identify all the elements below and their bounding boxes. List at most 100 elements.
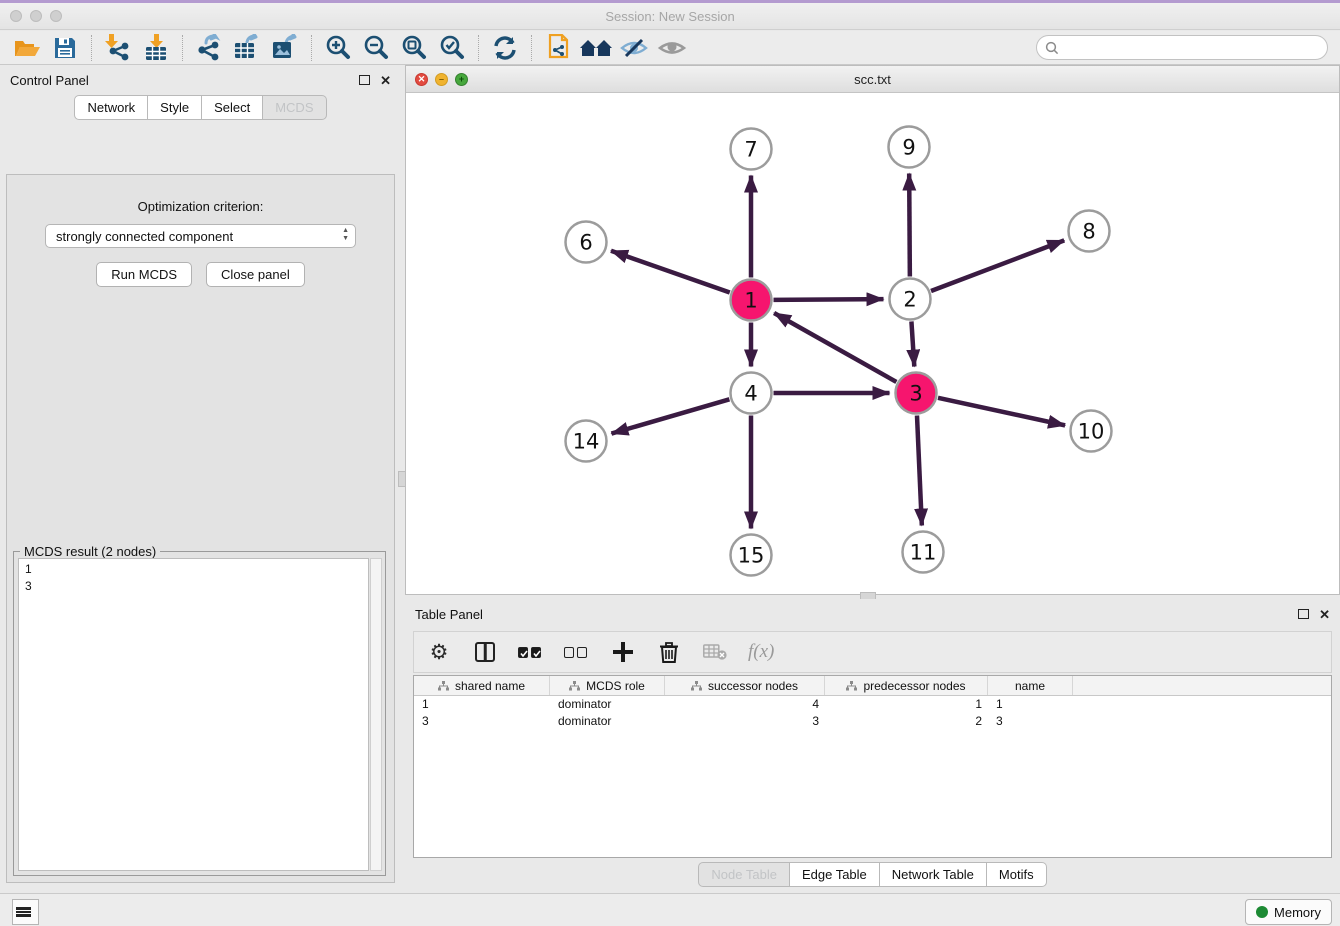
column-header-shared-name[interactable]: shared name xyxy=(414,676,550,695)
zoom-in-button[interactable] xyxy=(319,33,357,63)
result-line: 3 xyxy=(25,578,368,595)
gear-icon: ⚙ xyxy=(430,640,449,665)
table-row[interactable]: 1dominator411 xyxy=(414,696,1331,713)
add-column-button[interactable] xyxy=(610,639,636,665)
export-network-button[interactable] xyxy=(190,33,228,63)
table-cell[interactable]: dominator xyxy=(550,696,665,713)
network-window-titlebar[interactable]: ✕ – + scc.txt xyxy=(406,66,1339,93)
float-panel-icon[interactable] xyxy=(359,75,370,85)
table-cell[interactable]: 2 xyxy=(825,713,988,730)
float-table-panel-icon[interactable] xyxy=(1298,609,1309,619)
column-header-mcds-role[interactable]: MCDS role xyxy=(550,676,665,695)
tab-mcds[interactable]: MCDS xyxy=(263,95,326,120)
optimization-select[interactable]: strongly connected component ▲▼ xyxy=(45,224,356,248)
table-toolbar: ⚙ f(x) xyxy=(413,631,1332,673)
search-field[interactable] xyxy=(1036,35,1328,60)
tab-network-table[interactable]: Network Table xyxy=(880,862,987,887)
result-line: 1 xyxy=(25,561,368,578)
network-overview-button[interactable] xyxy=(539,33,577,63)
import-table-button[interactable] xyxy=(137,33,175,63)
control-panel-header: Control Panel ✕ xyxy=(0,65,401,95)
memory-button[interactable]: Memory xyxy=(1245,899,1332,925)
save-session-button[interactable] xyxy=(46,33,84,63)
search-input[interactable] xyxy=(1064,40,1327,55)
columns-icon xyxy=(475,642,495,662)
eye-icon xyxy=(657,36,687,60)
unchecked-box-icon xyxy=(577,647,587,658)
table-cell[interactable]: 4 xyxy=(665,696,825,713)
network-view-window: ✕ – + scc.txt 1234678910111415 xyxy=(405,65,1340,595)
column-header-successor-nodes[interactable]: successor nodes xyxy=(665,676,825,695)
zoom-fit-button[interactable] xyxy=(395,33,433,63)
task-history-button[interactable] xyxy=(12,899,39,925)
toolbar-separator xyxy=(91,35,92,61)
node-label-3: 3 xyxy=(909,381,922,405)
column-header-predecessor-nodes[interactable]: predecessor nodes xyxy=(825,676,988,695)
refresh-layout-button[interactable] xyxy=(486,33,524,63)
home-button[interactable] xyxy=(577,33,615,63)
network-file-icon xyxy=(544,34,572,62)
edge-1-2[interactable] xyxy=(773,299,883,300)
import-table-icon xyxy=(143,34,169,61)
run-mcds-button[interactable]: Run MCDS xyxy=(96,262,192,287)
close-panel-icon[interactable]: ✕ xyxy=(380,74,391,87)
table-cell[interactable]: 1 xyxy=(988,696,1073,713)
table-cell[interactable]: dominator xyxy=(550,713,665,730)
toolbar-separator xyxy=(531,35,532,61)
column-header-name[interactable]: name xyxy=(988,676,1073,695)
tab-node-table[interactable]: Node Table xyxy=(698,862,790,887)
delete-column-button[interactable] xyxy=(656,639,682,665)
table-cell[interactable]: 3 xyxy=(414,713,550,730)
window-title: Session: New Session xyxy=(0,9,1340,24)
zoom-in-icon xyxy=(325,34,352,61)
table-tabs: Node TableEdge TableNetwork TableMotifs xyxy=(405,862,1340,887)
tab-edge-table[interactable]: Edge Table xyxy=(790,862,880,887)
edge-4-14[interactable] xyxy=(611,399,729,433)
node-label-7: 7 xyxy=(744,137,757,161)
show-columns-button[interactable] xyxy=(472,639,498,665)
edge-2-3[interactable] xyxy=(911,321,914,366)
export-table-button[interactable] xyxy=(228,33,266,63)
edge-1-6[interactable] xyxy=(611,251,730,293)
tab-motifs[interactable]: Motifs xyxy=(987,862,1047,887)
table-cell[interactable]: 3 xyxy=(665,713,825,730)
edge-2-8[interactable] xyxy=(931,240,1064,291)
tab-network[interactable]: Network xyxy=(74,95,148,120)
table-cell[interactable]: 3 xyxy=(988,713,1073,730)
zoom-out-button[interactable] xyxy=(357,33,395,63)
result-scrollbar[interactable] xyxy=(370,558,382,871)
checked-box-icon xyxy=(531,647,541,658)
tab-style[interactable]: Style xyxy=(148,95,202,120)
table-row[interactable]: 3dominator323 xyxy=(414,713,1331,730)
select-all-button[interactable] xyxy=(518,639,544,665)
open-session-button[interactable] xyxy=(8,33,46,63)
deselect-all-button[interactable] xyxy=(564,639,590,665)
edge-3-1[interactable] xyxy=(774,313,896,382)
import-network-button[interactable] xyxy=(99,33,137,63)
mcds-result-groupbox: MCDS result (2 nodes) 13 xyxy=(13,551,386,876)
home-icon xyxy=(579,36,613,60)
function-builder-button[interactable]: f(x) xyxy=(748,639,774,665)
mcds-result-list[interactable]: 13 xyxy=(18,558,369,871)
hide-panel-button[interactable] xyxy=(615,33,653,63)
open-folder-icon xyxy=(14,37,41,59)
close-panel-button[interactable]: Close panel xyxy=(206,262,305,287)
zoom-selected-button[interactable] xyxy=(433,33,471,63)
export-image-button[interactable] xyxy=(266,33,304,63)
delete-table-button[interactable] xyxy=(702,639,728,665)
tab-select[interactable]: Select xyxy=(202,95,263,120)
close-table-panel-icon[interactable]: ✕ xyxy=(1319,608,1330,621)
control-panel-title: Control Panel xyxy=(10,73,89,88)
title-bar: Session: New Session xyxy=(0,3,1340,30)
network-canvas[interactable]: 1234678910111415 xyxy=(406,93,1339,594)
status-bar: Memory xyxy=(0,893,1340,926)
edge-3-11[interactable] xyxy=(917,415,922,525)
table-cell[interactable]: 1 xyxy=(825,696,988,713)
memory-status-icon xyxy=(1256,906,1268,918)
table-cell[interactable]: 1 xyxy=(414,696,550,713)
application-window: Session: New Session xyxy=(0,0,1340,926)
table-options-button[interactable]: ⚙ xyxy=(426,639,452,665)
edge-2-9[interactable] xyxy=(909,173,910,276)
show-panel-button[interactable] xyxy=(653,33,691,63)
edge-3-10[interactable] xyxy=(938,398,1065,426)
